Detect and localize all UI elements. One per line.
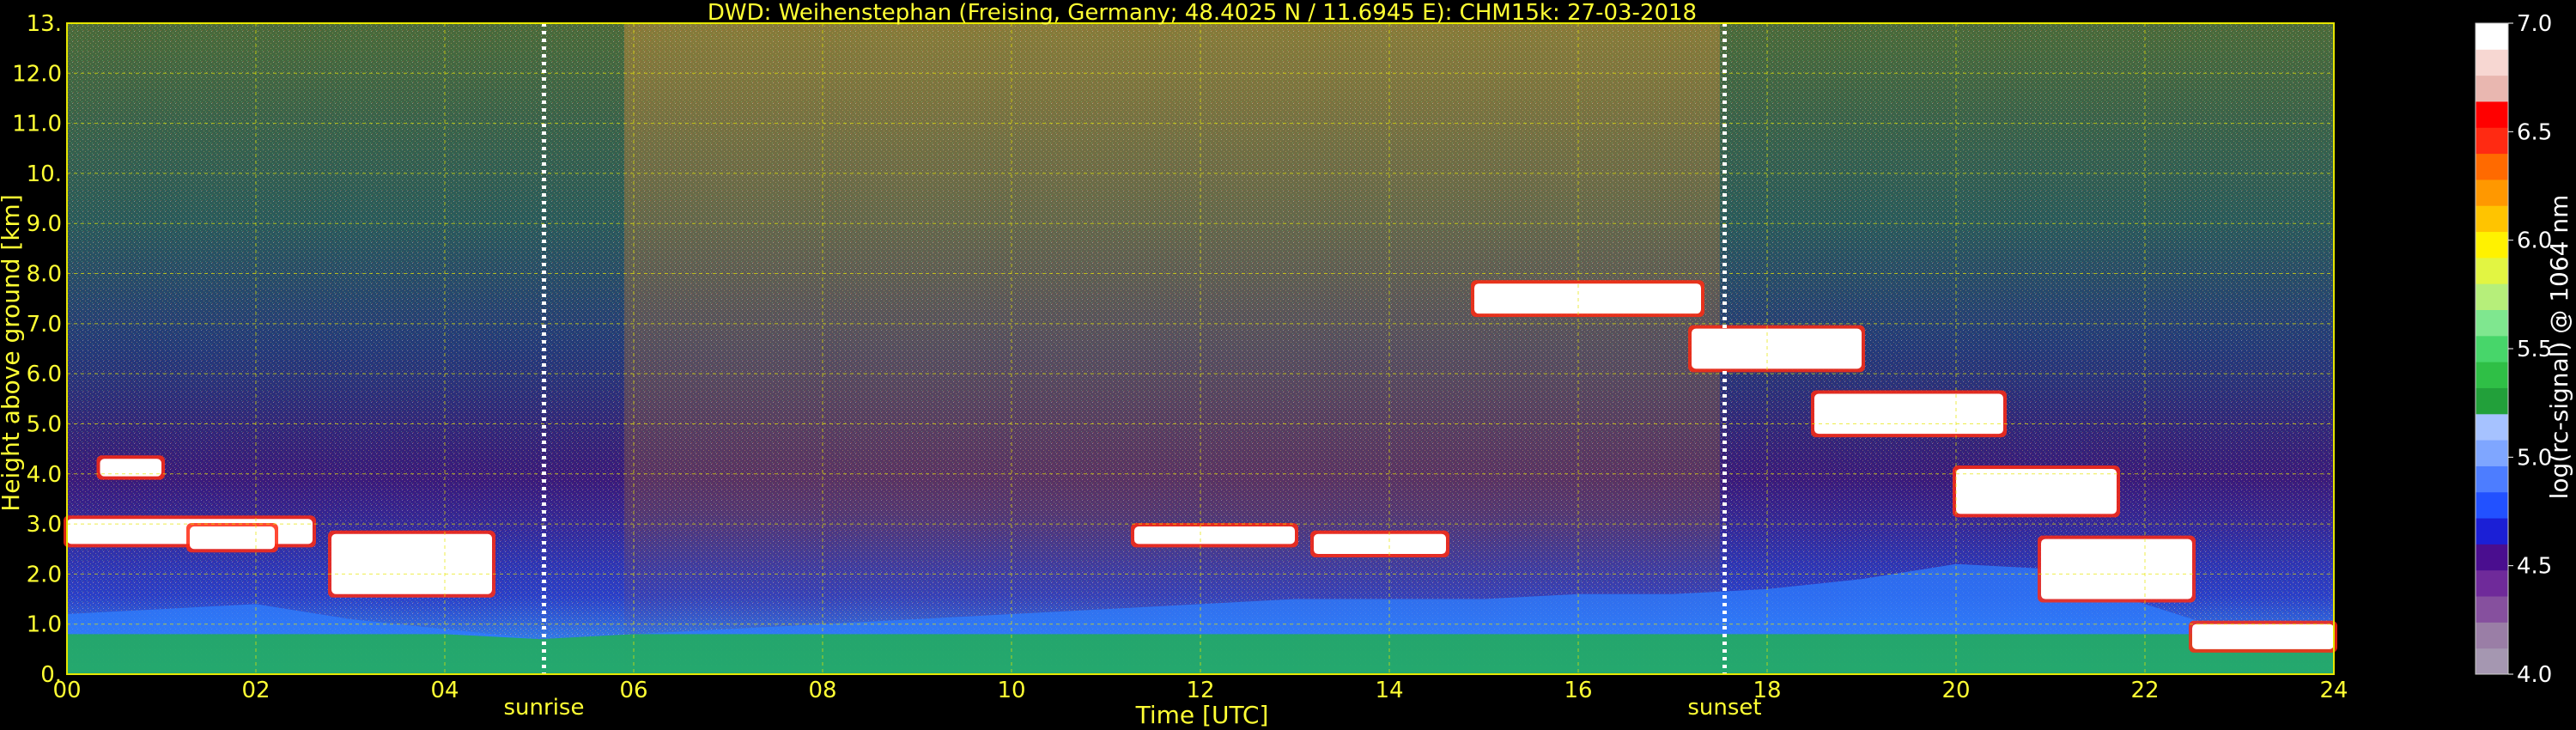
colorbar-swatch	[2476, 596, 2508, 623]
colorbar-swatch	[2476, 75, 2508, 102]
surface-aerosol-area	[67, 634, 2334, 674]
colorbar-swatch	[2476, 544, 2508, 571]
colorbar-swatch	[2476, 153, 2508, 180]
y-tick-label: 0.	[40, 662, 62, 688]
cloud-layer	[1814, 393, 2003, 435]
x-tick-label: 06	[619, 678, 647, 703]
x-tick-label: 08	[808, 678, 836, 703]
colorbar-swatch	[2476, 518, 2508, 544]
cloud-layer	[1692, 328, 1862, 369]
x-tick-label: 24	[2319, 678, 2348, 703]
y-tick-label: 11.0	[12, 112, 62, 137]
x-tick-label: 02	[241, 678, 270, 703]
colorbar: 4.04.55.05.56.06.57.0	[2475, 11, 2552, 688]
colorbar-swatch	[2476, 179, 2508, 206]
x-axis-label: Time [UTC]	[1135, 701, 1269, 729]
x-tick-label: 22	[2130, 678, 2159, 703]
y-tick-label: 7.0	[27, 312, 62, 338]
colorbar-swatch	[2476, 309, 2508, 337]
colorbar-swatch	[2476, 205, 2508, 233]
annotation-label: sunrise	[504, 695, 585, 721]
y-axis-label: Height above ground [km]	[0, 194, 25, 512]
colorbar-swatch	[2476, 127, 2508, 155]
cloud-layer	[1134, 526, 1295, 544]
colorbar-swatch	[2476, 257, 2508, 284]
ceilometer-chart: sunrise sunset00 02 04 06 08 10 12 14 16 18 20 22 240…	[0, 0, 2573, 729]
y-tick-label: 13.	[27, 11, 62, 37]
cloud-layer	[1474, 283, 1701, 314]
cloud-layer	[2192, 624, 2334, 649]
colorbar-swatch	[2476, 283, 2508, 311]
colorbar-swatch	[2476, 23, 2508, 50]
x-tick-label: 04	[430, 678, 459, 703]
colorbar-tick-label: 6.5	[2517, 119, 2552, 145]
y-tick-label: 1.0	[27, 612, 62, 638]
chart-title: DWD: Weihenstephan (Freising, Germany; 4…	[708, 0, 1697, 26]
colorbar-swatch	[2476, 465, 2508, 493]
x-tick-label: 20	[1941, 678, 1970, 703]
colorbar-tick-label: 7.0	[2517, 11, 2552, 37]
cloud-layer	[1314, 533, 1446, 555]
colorbar-swatch	[2476, 569, 2508, 597]
y-tick-label: 12.0	[12, 61, 62, 87]
y-tick-label: 10.	[27, 161, 62, 187]
y-tick-label: 2.0	[27, 562, 62, 587]
x-tick-label: 14	[1375, 678, 1403, 703]
x-tick-label: 16	[1564, 678, 1592, 703]
colorbar-tick-label: 4.0	[2517, 662, 2552, 688]
cloud-layer	[331, 533, 492, 594]
y-tick-label: 6.0	[27, 362, 62, 387]
annotation-label: sunset	[1687, 695, 1761, 721]
colorbar-swatch	[2476, 648, 2508, 675]
y-tick-label: 4.0	[27, 462, 62, 488]
colorbar-swatch	[2476, 622, 2508, 649]
colorbar-swatch	[2476, 362, 2508, 388]
cloud-layer	[1956, 468, 2117, 514]
y-tick-label: 9.0	[27, 211, 62, 237]
cloud-layer	[190, 526, 275, 550]
colorbar-swatch	[2476, 440, 2508, 466]
x-tick-label: 18	[1753, 678, 1781, 703]
colorbar-tick-label: 4.5	[2517, 554, 2552, 580]
y-tick-label: 8.0	[27, 262, 62, 288]
x-tick-label: 10	[997, 678, 1025, 703]
cloud-layer	[2041, 538, 2192, 599]
colorbar-swatch	[2476, 387, 2508, 415]
colorbar-swatch	[2476, 335, 2508, 362]
colorbar-swatch	[2476, 491, 2508, 519]
colorbar-swatch	[2476, 413, 2508, 441]
x-tick-label: 12	[1186, 678, 1214, 703]
colorbar-swatch	[2476, 100, 2508, 128]
y-tick-label: 3.0	[27, 512, 62, 538]
colorbar-label: log(rc-signal) @ 1064 nm	[2545, 195, 2573, 500]
colorbar-swatch	[2476, 231, 2508, 259]
y-tick-label: 5.0	[27, 411, 62, 437]
colorbar-swatch	[2476, 49, 2508, 76]
